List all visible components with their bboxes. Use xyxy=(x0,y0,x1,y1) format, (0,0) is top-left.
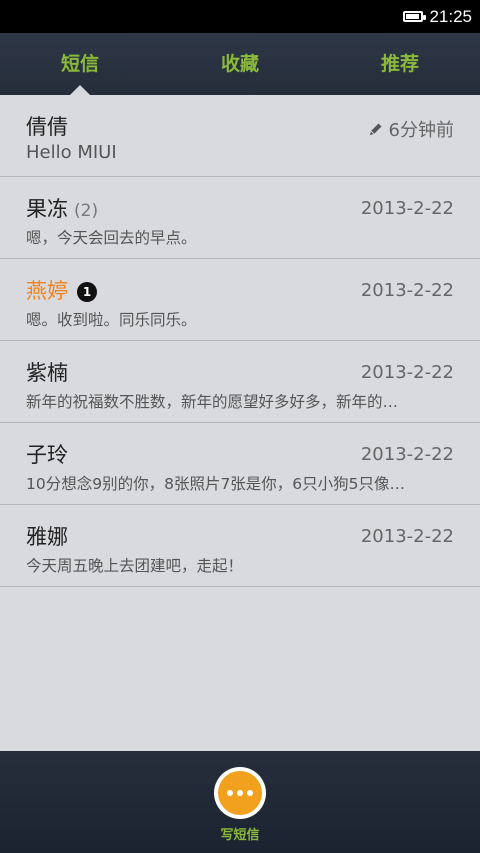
message-date: 2013-2-22 xyxy=(360,444,454,465)
tab-bar: 短信 收藏 推荐 xyxy=(0,33,480,95)
message-preview: 新年的祝福数不胜数，新年的愿望好多好多，新年的… xyxy=(26,393,399,411)
message-date: 2013-2-22 xyxy=(360,362,454,383)
message-date: 2013-2-22 xyxy=(360,526,454,547)
tab-favorites-label: 收藏 xyxy=(220,53,259,75)
tab-recommended[interactable]: 推荐 xyxy=(320,33,480,95)
tab-recommended-label: 推荐 xyxy=(380,53,419,75)
pencil-icon xyxy=(369,123,382,135)
battery-icon xyxy=(403,11,427,22)
time-text: 6分钟前 xyxy=(388,120,454,141)
message-preview: 嗯，今天会回去的早点。 xyxy=(26,229,197,247)
message-preview: 10分想念9别的你，8张照片7张是你，6只小狗5只像… xyxy=(26,475,406,493)
contact-name-text: 倩倩 xyxy=(26,115,68,139)
message-date: 2013-2-22 xyxy=(360,280,454,301)
contact-name-text: 紫楠 xyxy=(26,361,68,385)
contact-name-text: 子玲 xyxy=(26,443,68,467)
contact-name: 子玲 xyxy=(26,439,68,469)
conversation-row[interactable]: 倩倩 6分钟前 Hello MIUI xyxy=(0,95,480,177)
draft-time: 6分钟前 xyxy=(369,116,454,142)
status-indicators: 21:25 xyxy=(403,0,472,33)
active-tab-indicator xyxy=(70,85,90,95)
conversation-row[interactable]: 雅娜 2013-2-22 今天周五晚上去团建吧，走起！ xyxy=(0,505,480,587)
dot xyxy=(247,790,253,796)
conversation-row[interactable]: 果冻 (2) 2013-2-22 嗯，今天会回去的早点。 xyxy=(0,177,480,259)
contact-name: 果冻 (2) xyxy=(26,193,98,223)
message-count: (2) xyxy=(74,201,99,221)
bottom-bar: 写短信 xyxy=(0,751,480,853)
conversation-row[interactable]: 子玲 2013-2-22 10分想念9别的你，8张照片7张是你，6只小狗5只像… xyxy=(0,423,480,505)
contact-name: 倩倩 xyxy=(26,111,68,141)
conversation-row[interactable]: 紫楠 2013-2-22 新年的祝福数不胜数，新年的愿望好多好多，新年的… xyxy=(0,341,480,423)
status-time: 21:25 xyxy=(429,6,472,26)
contact-name: 紫楠 xyxy=(26,357,68,387)
tab-favorites[interactable]: 收藏 xyxy=(160,33,320,95)
conversation-row[interactable]: 燕婷 1 2013-2-22 嗯。收到啦。同乐同乐。 xyxy=(0,259,480,341)
compose-label[interactable]: 写短信 xyxy=(0,824,480,843)
message-preview: Hello MIUI xyxy=(26,142,117,163)
dot xyxy=(227,790,233,796)
ellipsis-icon xyxy=(218,771,262,815)
message-preview: 嗯。收到啦。同乐同乐。 xyxy=(26,311,197,329)
tab-messages-label: 短信 xyxy=(60,53,99,75)
compose-button[interactable] xyxy=(214,767,266,819)
message-preview: 今天周五晚上去团建吧，走起！ xyxy=(26,557,244,575)
contact-name-text: 雅娜 xyxy=(26,525,68,549)
status-bar: 21:25 xyxy=(0,0,480,33)
contact-name-text: 果冻 xyxy=(26,197,68,221)
contact-name-text: 燕婷 xyxy=(26,279,68,303)
contact-name: 燕婷 1 xyxy=(26,275,97,305)
contact-name: 雅娜 xyxy=(26,521,68,551)
conversation-list: 倩倩 6分钟前 Hello MIUI 果冻 (2) 2013-2-22 嗯，今天会… xyxy=(0,95,480,751)
unread-badge: 1 xyxy=(77,282,97,302)
battery-level xyxy=(406,14,420,19)
message-date: 2013-2-22 xyxy=(360,198,454,219)
dot xyxy=(237,790,243,796)
